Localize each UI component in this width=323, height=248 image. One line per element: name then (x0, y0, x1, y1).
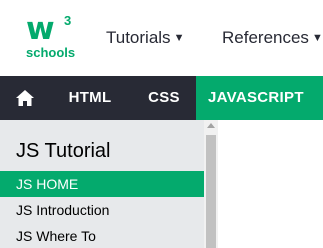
tutorials-label: Tutorials (106, 28, 171, 47)
sidebar-item-js-where-to[interactable]: JS Where To (0, 223, 204, 248)
scroll-up-arrow-icon[interactable] (207, 123, 215, 128)
sidebar-title: JS Tutorial (16, 140, 111, 162)
tutorials-menu-button[interactable]: Tutorials ▼ (106, 27, 184, 49)
nav-item-javascript[interactable]: JAVASCRIPT (196, 76, 323, 120)
sidebar: JS Tutorial JS HOME JS Introduction JS W… (0, 120, 218, 248)
references-label: References (222, 28, 309, 47)
caret-down-icon: ▼ (173, 32, 185, 44)
nav-item-html[interactable]: HTML (58, 76, 122, 120)
logo-mark: w (26, 11, 55, 47)
topic-nav-bar: HTML CSS JAVASCRIPT (0, 76, 323, 120)
sidebar-item-js-home[interactable]: JS HOME (0, 171, 204, 197)
logo-text: schools (26, 45, 76, 60)
sidebar-scrollbar[interactable] (204, 120, 218, 248)
logo-superscript: 3 (64, 13, 72, 28)
caret-down-icon: ▼ (311, 32, 323, 44)
home-icon (16, 90, 34, 106)
references-menu-button[interactable]: References ▼ (222, 27, 323, 49)
nav-item-css[interactable]: CSS (132, 76, 196, 120)
nav-home-button[interactable] (0, 76, 50, 120)
scrollbar-thumb[interactable] (206, 135, 216, 248)
sidebar-item-js-introduction[interactable]: JS Introduction (0, 197, 204, 223)
w3schools-logo[interactable]: w 3 schools (26, 14, 76, 62)
top-bar: w 3 schools Tutorials ▼ References ▼ (0, 0, 323, 76)
